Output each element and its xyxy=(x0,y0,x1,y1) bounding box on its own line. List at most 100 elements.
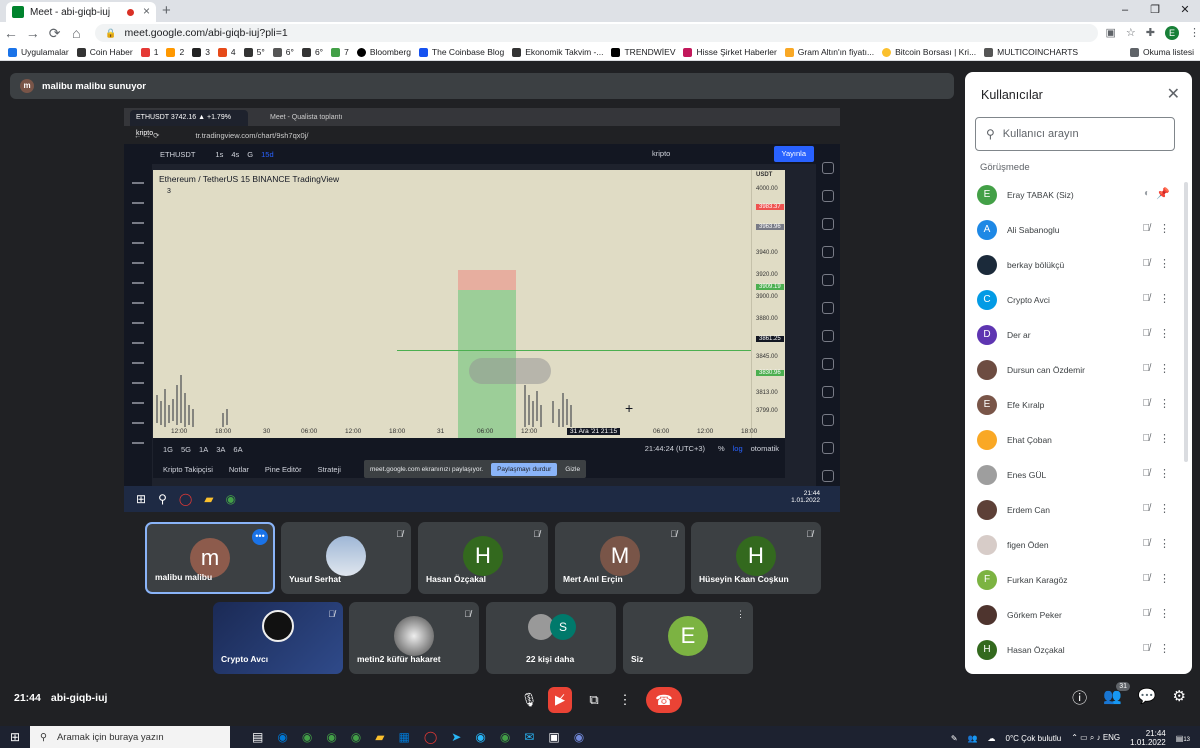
tile-mert[interactable]: M 🎙̸ Mert Anıl Erçin xyxy=(555,522,685,594)
profile-avatar[interactable]: E xyxy=(1165,26,1179,40)
windows-search-input[interactable]: ⚲ Aramak için buraya yazın xyxy=(30,726,230,748)
bookmark[interactable]: Coin Haber xyxy=(76,47,133,57)
app-icon[interactable]: ▣ xyxy=(548,730,559,744)
tile-malibu[interactable]: m ••• malibu malibu xyxy=(145,522,275,594)
participant-row[interactable]: A Ali Sabanoglu 🎙̸ ⋮ xyxy=(975,212,1180,247)
minimize-button[interactable]: – xyxy=(1110,0,1140,20)
more-icon[interactable]: ⋮ xyxy=(1159,222,1170,235)
home-button[interactable]: ⌂ xyxy=(65,25,87,41)
more-icon[interactable]: ⋮ xyxy=(1159,397,1170,410)
tile-self[interactable]: E ⋮ Siz xyxy=(623,602,753,674)
telegram-icon[interactable]: ➤ xyxy=(451,730,461,744)
new-tab-button[interactable]: + xyxy=(162,2,171,19)
participant-row[interactable]: E Eray TABAK (Siz) ◐ 📌 xyxy=(975,177,1180,212)
url-field[interactable]: 🔒 meet.google.com/abi-giqb-iuj?pli=1 xyxy=(95,24,1098,42)
participant-row[interactable]: Erdem Can 🎙̸ ⋮ xyxy=(975,492,1180,527)
bookmark[interactable]: MULTICOINCHARTS xyxy=(984,47,1078,57)
participant-row[interactable]: Görkem Peker 🎙̸ ⋮ xyxy=(975,597,1180,632)
present-button[interactable]: ⧉ xyxy=(581,687,607,713)
bookmark[interactable]: Uygulamalar xyxy=(8,47,69,57)
start-button[interactable]: ⊞ xyxy=(0,730,30,744)
participant-row[interactable]: Ehat Çoban 🎙̸ ⋮ xyxy=(975,422,1180,457)
discord-icon[interactable]: ◉ xyxy=(574,730,584,744)
browser-tab-meet[interactable]: Meet - abi-giqb-iuj × xyxy=(6,2,156,22)
taskbar-clock[interactable]: 21:44 1.01.2022 xyxy=(1130,729,1166,747)
weather-icon[interactable]: ☁ xyxy=(988,734,996,743)
reading-list[interactable]: Okuma listesi xyxy=(1129,47,1194,57)
participant-row[interactable]: F Furkan Karagöz 🎙̸ ⋮ xyxy=(975,562,1180,597)
tile-more-people[interactable]: S 22 kişi daha xyxy=(486,602,616,674)
tile-metin2[interactable]: 🎙̸ metin2 küfür hakaret xyxy=(349,602,479,674)
bookmark[interactable]: 7 xyxy=(331,47,349,57)
bookmark[interactable]: 1 xyxy=(140,47,158,57)
menu-icon[interactable]: ⋮ xyxy=(1189,26,1200,40)
bookmark[interactable]: 2 xyxy=(166,47,184,57)
reload-button[interactable]: ⟳ xyxy=(44,25,66,42)
bookmark[interactable]: 4 xyxy=(217,47,236,57)
participant-row[interactable]: E Efe Kıralp 🎙̸ ⋮ xyxy=(975,387,1180,422)
participant-row[interactable]: D Der ar 🎙̸ ⋮ xyxy=(975,317,1180,352)
more-icon[interactable]: ⋮ xyxy=(1159,502,1170,515)
tile-yusuf[interactable]: 🎙̸ Yusuf Serhat xyxy=(281,522,411,594)
more-options-icon[interactable]: ••• xyxy=(252,529,268,545)
participant-row[interactable]: Enes GÜL 🎙̸ ⋮ xyxy=(975,457,1180,492)
participant-row[interactable]: H Hasan Özçakal 🎙̸ ⋮ xyxy=(975,632,1180,667)
more-icon[interactable]: ⋮ xyxy=(1159,362,1170,375)
back-button[interactable]: ← xyxy=(0,25,22,41)
more-icon[interactable]: ⋮ xyxy=(1159,467,1170,480)
bookmark[interactable]: TRENDWİEV xyxy=(611,47,675,57)
more-icon[interactable]: ⋮ xyxy=(1159,572,1170,585)
more-icon[interactable]: ⋮ xyxy=(1159,537,1170,550)
bookmark[interactable]: 5° xyxy=(243,47,265,57)
opera-icon[interactable]: ◯ xyxy=(424,730,437,744)
more-options-button[interactable]: ⋮ xyxy=(612,687,638,713)
notification-icon[interactable]: ▤13 xyxy=(1176,734,1190,743)
star-icon[interactable]: ☆ xyxy=(1126,26,1136,40)
chat-icon[interactable]: 💬 xyxy=(1138,687,1157,708)
leave-call-button[interactable]: ☎ xyxy=(646,687,682,713)
close-icon[interactable]: ✕ xyxy=(1167,84,1180,104)
tray-icons[interactable]: ⌃ ▭ ⌕ ♪ ENG xyxy=(1071,733,1120,743)
folder-icon[interactable]: ▰ xyxy=(375,730,384,744)
pen-icon[interactable]: ✎ xyxy=(951,734,958,743)
more-icon[interactable]: ⋮ xyxy=(1159,257,1170,270)
task-view-icon[interactable]: ▤ xyxy=(252,730,263,744)
maximize-button[interactable]: ❐ xyxy=(1140,0,1170,20)
more-icon[interactable]: ⋮ xyxy=(1159,327,1170,340)
more-icon[interactable]: ⋮ xyxy=(1159,642,1170,655)
tile-crypto-avci[interactable]: 🎙̸ Crypto Avcı xyxy=(213,602,343,674)
app-icon[interactable]: ✉ xyxy=(524,730,534,744)
tile-huseyin[interactable]: H 🎙̸ Hüseyin Kaan Coşkun xyxy=(691,522,821,594)
more-icon[interactable]: ⋮ xyxy=(1159,607,1170,620)
mic-button[interactable]: 🎙 xyxy=(516,687,542,713)
bookmark[interactable]: Hisse Şirket Haberler xyxy=(683,47,777,57)
bookmark[interactable]: 6° xyxy=(301,47,323,57)
bookmark[interactable]: Bitcoin Borsası | Kri... xyxy=(882,47,976,57)
participant-search-input[interactable]: ⚲ Kullanıcı arayın xyxy=(975,117,1175,151)
camera-off-button[interactable]: ▶̸ xyxy=(548,687,572,713)
bookmark[interactable]: The Coinbase Blog xyxy=(418,47,504,57)
chrome-icon[interactable]: ◉ xyxy=(351,730,361,744)
puzzle-icon[interactable]: ✚ xyxy=(1146,26,1155,40)
panel-scrollbar[interactable] xyxy=(1184,182,1188,462)
more-icon[interactable]: ⋮ xyxy=(1159,292,1170,305)
chrome-icon[interactable]: ◉ xyxy=(302,730,312,744)
participant-row[interactable]: C Crypto Avci 🎙̸ ⋮ xyxy=(975,282,1180,317)
info-icon[interactable]: ⓘ xyxy=(1072,687,1087,708)
tile-hasan[interactable]: H 🎙̸ Hasan Özçakal xyxy=(418,522,548,594)
bookmark[interactable]: Gram Altın'ın fiyatı... xyxy=(784,47,874,57)
edge-icon[interactable]: ◉ xyxy=(277,730,287,744)
more-icon[interactable]: ⋮ xyxy=(1159,432,1170,445)
forward-button[interactable]: → xyxy=(22,25,44,41)
camera-icon[interactable]: ▣ xyxy=(1106,26,1116,40)
pin-icon[interactable]: 📌 xyxy=(1156,187,1170,200)
participant-row[interactable]: Dursun can Özdemir 🎙̸ ⋮ xyxy=(975,352,1180,387)
more-icon[interactable]: ⋮ xyxy=(736,609,745,620)
whatsapp-icon[interactable]: ◉ xyxy=(500,730,510,744)
weather-text[interactable]: 0°C Çok bulutlu xyxy=(1006,734,1062,743)
close-tab-icon[interactable]: × xyxy=(143,4,150,18)
bookmark[interactable]: Ekonomik Takvim -... xyxy=(512,47,603,57)
store-icon[interactable]: ▦ xyxy=(399,730,410,744)
bookmark[interactable]: Bloomberg xyxy=(356,47,411,57)
activities-icon[interactable]: ⚙ xyxy=(1173,687,1186,708)
